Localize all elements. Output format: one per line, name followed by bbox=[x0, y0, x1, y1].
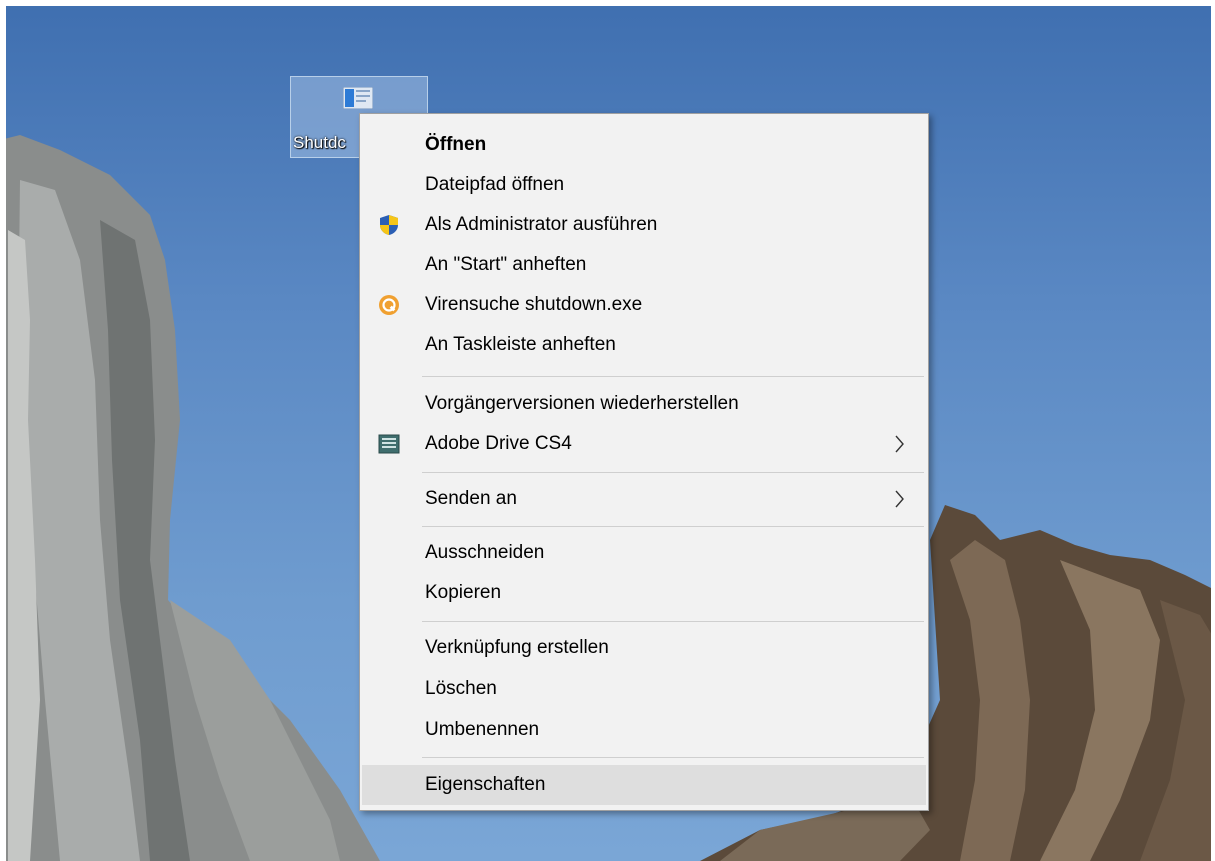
menu-item-create-shortcut[interactable]: Verknüpfung erstellen bbox=[362, 628, 926, 668]
menu-item-label: Dateipfad öffnen bbox=[425, 174, 565, 195]
menu-separator bbox=[422, 376, 924, 377]
menu-item-cut[interactable]: Ausschneiden bbox=[362, 533, 926, 573]
screenshot-border-left bbox=[0, 0, 6, 861]
menu-separator bbox=[422, 472, 924, 473]
menu-item-delete[interactable]: Löschen bbox=[362, 669, 926, 709]
menu-item-adobe-drive[interactable]: Adobe Drive CS4 bbox=[362, 424, 926, 464]
menu-item-label: Adobe Drive CS4 bbox=[425, 433, 572, 454]
menu-item-pin-to-taskbar[interactable]: An Taskleiste anheften bbox=[362, 325, 926, 365]
screenshot-border-right bbox=[1211, 0, 1215, 861]
chevron-right-icon bbox=[895, 490, 904, 508]
menu-item-copy[interactable]: Kopieren bbox=[362, 573, 926, 613]
menu-item-label: An Taskleiste anheften bbox=[425, 334, 616, 355]
menu-item-label: Verknüpfung erstellen bbox=[425, 637, 609, 658]
menu-item-label: An "Start" anheften bbox=[425, 254, 587, 275]
menu-item-open-file-location[interactable]: Dateipfad öffnen bbox=[362, 165, 926, 205]
menu-item-label: Vorgängerversionen wiederherstellen bbox=[425, 393, 739, 414]
menu-item-open[interactable]: Öffnen bbox=[362, 125, 926, 165]
menu-item-label: Kopieren bbox=[425, 582, 502, 603]
antivirus-icon bbox=[379, 295, 399, 315]
menu-separator bbox=[422, 757, 924, 758]
menu-item-label: Umbenennen bbox=[425, 719, 540, 740]
context-menu: Öffnen Dateipfad öffnen Als Administrato… bbox=[359, 113, 929, 811]
menu-item-label: Löschen bbox=[425, 678, 497, 699]
menu-item-rename[interactable]: Umbenennen bbox=[362, 710, 926, 750]
menu-item-restore-previous-versions[interactable]: Vorgängerversionen wiederherstellen bbox=[362, 384, 926, 424]
menu-item-label: Ausschneiden bbox=[425, 542, 545, 563]
menu-item-run-as-admin[interactable]: Als Administrator ausführen bbox=[362, 205, 926, 245]
menu-item-label: Öffnen bbox=[425, 134, 487, 155]
menu-separator bbox=[422, 526, 924, 527]
adobe-drive-icon bbox=[378, 434, 400, 454]
uac-shield-icon bbox=[380, 215, 398, 235]
menu-item-send-to[interactable]: Senden an bbox=[362, 479, 926, 519]
menu-item-pin-to-start[interactable]: An "Start" anheften bbox=[362, 245, 926, 285]
desktop-background[interactable]: Shutdc Öffnen Dateipfad öffnen Als Admin… bbox=[0, 0, 1215, 861]
menu-item-virus-scan[interactable]: Virensuche shutdown.exe bbox=[362, 285, 926, 325]
application-icon bbox=[343, 87, 373, 109]
menu-item-properties[interactable]: Eigenschaften bbox=[362, 765, 926, 805]
menu-item-label: Eigenschaften bbox=[425, 774, 546, 795]
menu-item-label: Als Administrator ausführen bbox=[425, 214, 658, 235]
chevron-right-icon bbox=[895, 435, 904, 453]
menu-item-label: Senden an bbox=[425, 488, 517, 509]
menu-item-label: Virensuche shutdown.exe bbox=[425, 294, 643, 315]
screenshot-border-top bbox=[0, 0, 1215, 6]
menu-separator bbox=[422, 621, 924, 622]
